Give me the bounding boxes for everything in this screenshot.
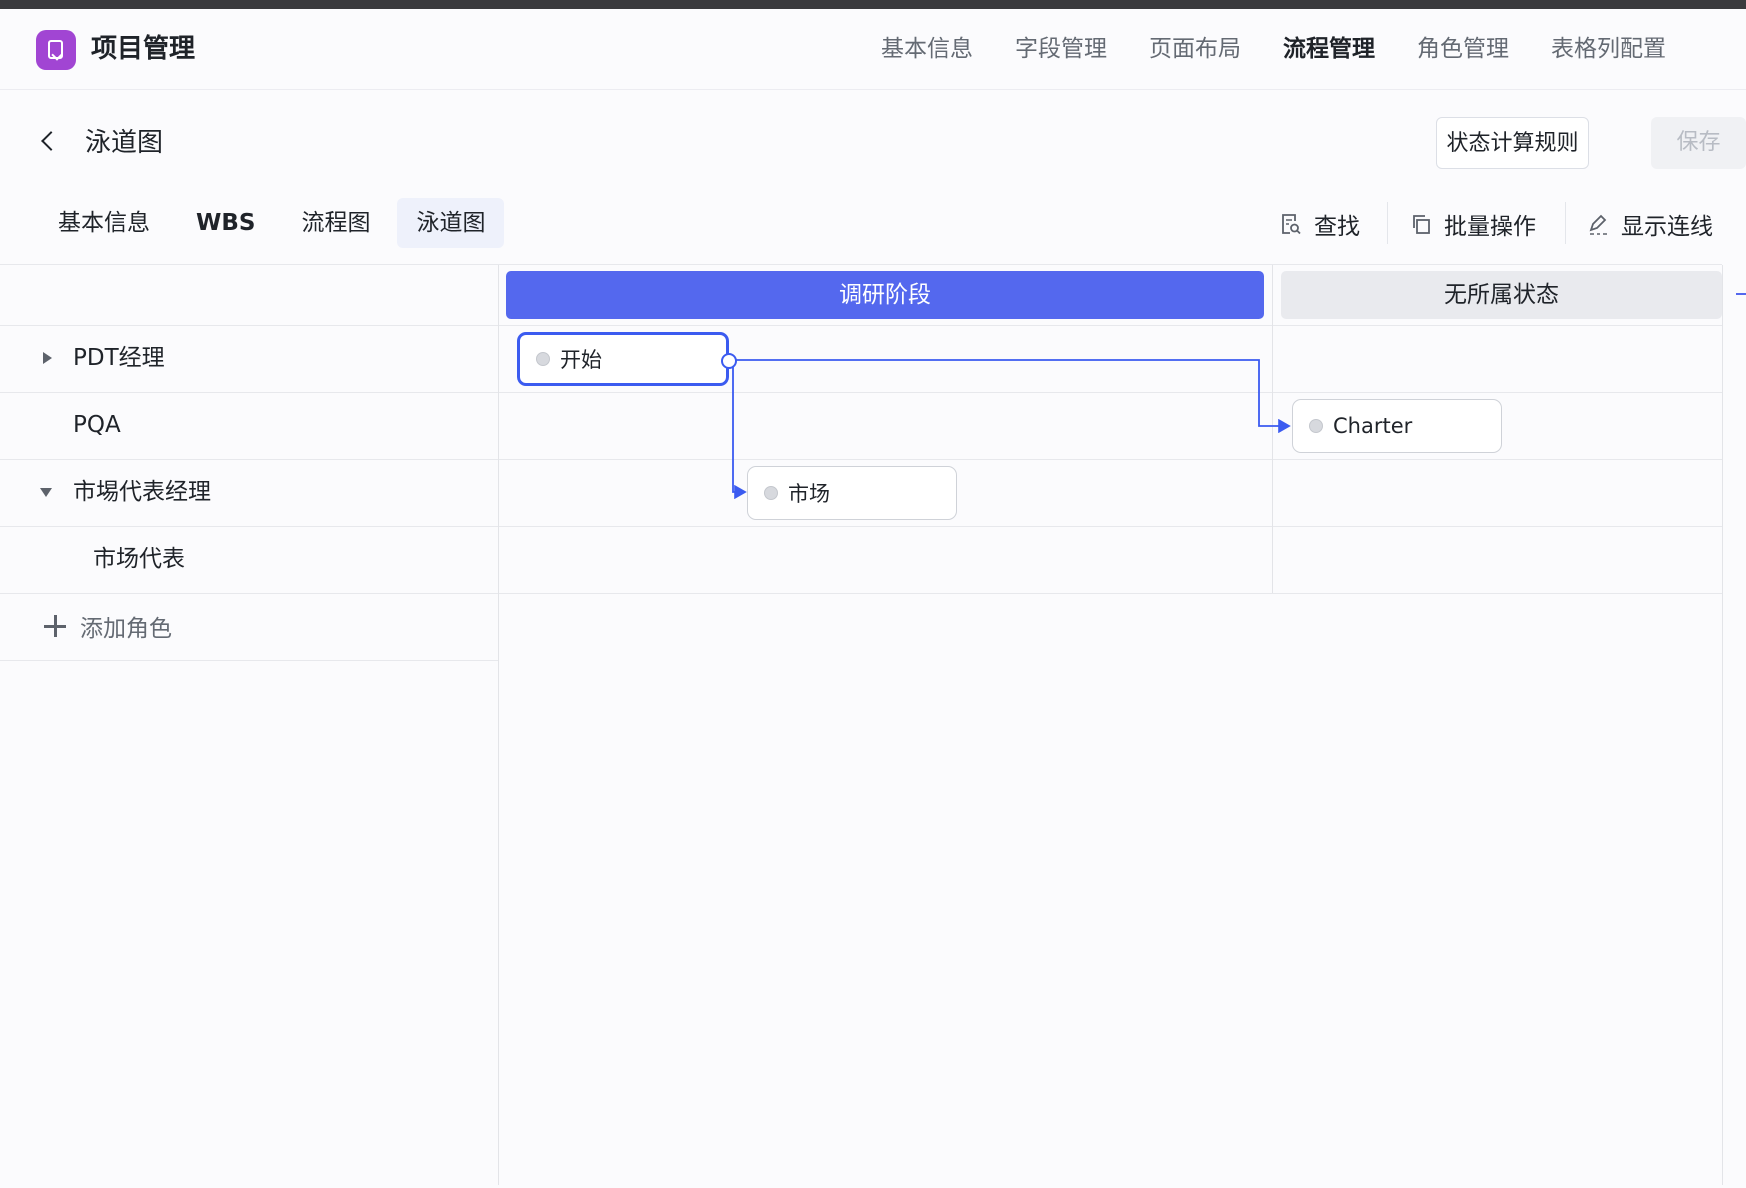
node-label: 开始 bbox=[560, 348, 602, 372]
status-dot bbox=[536, 352, 550, 366]
node-label: Charter bbox=[1333, 414, 1413, 438]
status-dot bbox=[764, 486, 778, 500]
node-charter[interactable]: Charter bbox=[1292, 399, 1502, 453]
connector-lines bbox=[732, 359, 1291, 500]
node-start[interactable]: 开始 bbox=[517, 332, 729, 386]
connector-start-to-market[interactable] bbox=[732, 360, 747, 500]
connection-port[interactable] bbox=[721, 353, 737, 369]
status-dot bbox=[1309, 419, 1323, 433]
connector-start-to-charter[interactable] bbox=[733, 359, 1291, 434]
node-label: 市场 bbox=[788, 482, 830, 506]
node-market[interactable]: 市场 bbox=[747, 466, 957, 520]
